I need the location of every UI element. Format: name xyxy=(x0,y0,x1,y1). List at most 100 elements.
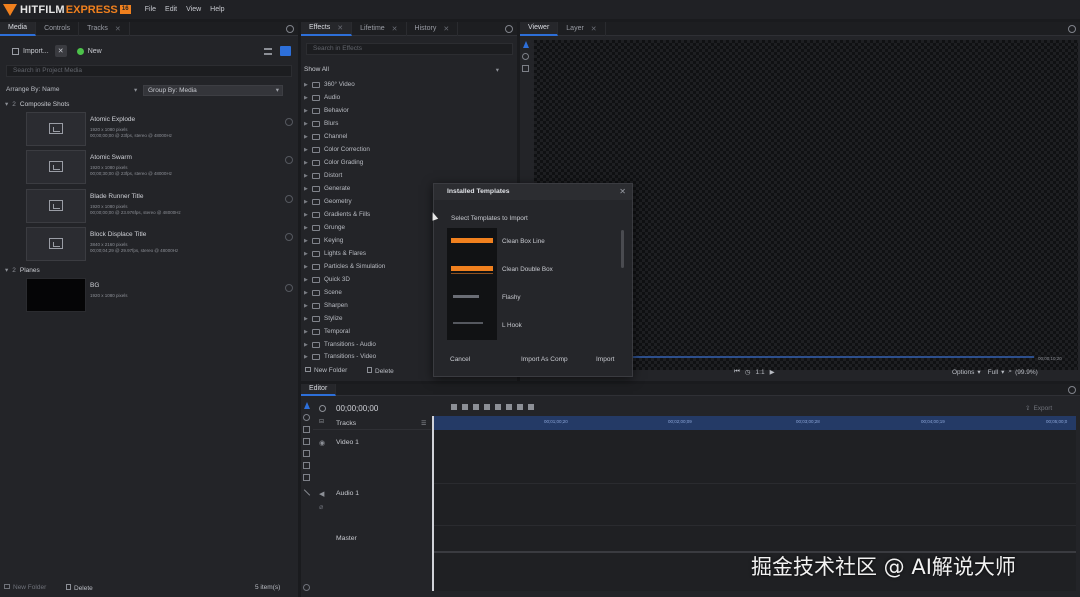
import-dropdown-button[interactable]: ✕ xyxy=(54,45,67,57)
media-item-blade-runner-title[interactable]: Blade Runner Title 1920 x 1080 pixels 00;… xyxy=(26,189,296,225)
gear-icon[interactable] xyxy=(286,25,294,33)
close-icon[interactable]: ✕ xyxy=(115,25,121,33)
play-icon[interactable]: ▶ xyxy=(770,368,775,376)
ripple-tool-icon[interactable] xyxy=(303,450,310,457)
tab-viewer[interactable]: Viewer xyxy=(520,21,559,36)
step-back-icon[interactable] xyxy=(484,404,490,410)
pen-tool-icon[interactable] xyxy=(303,489,311,496)
media-item-atomic-explode[interactable]: Atomic Explode 1920 x 1080 pixels 00;00;0… xyxy=(26,112,296,148)
play-icon[interactable] xyxy=(495,404,501,410)
audio-track-header[interactable]: ◀ ⌀ Audio 1 xyxy=(313,486,431,526)
track-menu-icon[interactable]: ☰ xyxy=(421,420,426,427)
list-item[interactable]: ▶ Generate xyxy=(304,182,350,195)
list-item[interactable]: ▶ Particles & Simulation xyxy=(304,260,385,273)
close-icon[interactable]: ✕ xyxy=(337,24,343,32)
speaker-icon[interactable]: ◀ xyxy=(319,490,324,498)
list-item[interactable]: ▶ Gradients & Fills xyxy=(304,208,370,221)
template-item[interactable]: Clean Double Box xyxy=(447,256,627,284)
group-by-dropdown[interactable]: Group By: Media ▾ xyxy=(143,85,283,96)
template-scrollbar[interactable] xyxy=(621,230,624,268)
list-item[interactable]: ▶ Sharpen xyxy=(304,299,348,312)
list-view-icon[interactable] xyxy=(264,48,272,55)
import-button[interactable]: Import xyxy=(596,356,614,363)
gear-icon[interactable] xyxy=(1068,386,1076,394)
options-dropdown[interactable]: Options xyxy=(952,369,974,376)
zoom-tool-icon[interactable] xyxy=(522,65,529,72)
media-item-bg[interactable]: BG 1920 x 1080 pixels xyxy=(26,278,296,314)
media-item-block-displace-title[interactable]: Block Displace Title 3840 x 2160 pixels 0… xyxy=(26,227,296,263)
media-delete-button[interactable]: Delete xyxy=(66,584,93,592)
close-icon[interactable]: ✕ xyxy=(392,25,398,33)
menu-help[interactable]: Help xyxy=(210,6,224,13)
collapse-icon[interactable]: ⊟ xyxy=(319,418,324,425)
list-item[interactable]: ▶ Blurs xyxy=(304,117,338,130)
list-item[interactable]: ▶ Audio xyxy=(304,91,340,104)
list-item[interactable]: ▶ Transitions - Video xyxy=(304,350,376,363)
prev-frame-icon[interactable]: ⏮ xyxy=(734,368,740,376)
audio-track-lane[interactable] xyxy=(434,486,1076,526)
list-item[interactable]: ▶ Behavior xyxy=(304,104,349,117)
import-button[interactable]: Import... xyxy=(8,45,53,57)
list-item[interactable]: ▶ Keying xyxy=(304,234,343,247)
tab-effects[interactable]: Effects ✕ xyxy=(301,21,353,36)
insert-icon[interactable] xyxy=(451,404,457,410)
menu-edit[interactable]: Edit xyxy=(165,6,177,13)
section-composite-shots[interactable]: ▾ 2 Composite Shots xyxy=(5,100,69,109)
template-item[interactable]: Clean Box Line xyxy=(447,228,627,256)
menu-view[interactable]: View xyxy=(186,6,201,13)
eye-icon[interactable]: ◉ xyxy=(319,439,325,447)
select-tool-icon[interactable] xyxy=(304,402,310,409)
list-item[interactable]: ▶ Temporal xyxy=(304,325,350,338)
list-item[interactable]: ▶ Stylize xyxy=(304,312,343,325)
zoom-icon[interactable]: ⌕ xyxy=(1008,368,1012,376)
gear-icon[interactable] xyxy=(1068,25,1076,33)
zoom-level[interactable]: (99.9%) xyxy=(1015,369,1038,376)
pan-tool-icon[interactable] xyxy=(522,53,529,60)
media-new-folder-button[interactable]: New Folder xyxy=(4,584,46,591)
list-item[interactable]: ▶ Color Grading xyxy=(304,156,363,169)
import-as-comp-button[interactable]: Import As Comp xyxy=(521,356,568,363)
list-item[interactable]: ▶ 360° Video xyxy=(304,78,355,91)
tab-layer[interactable]: Layer ✕ xyxy=(558,21,606,36)
template-item[interactable]: L Hook xyxy=(447,312,627,340)
new-button[interactable]: New xyxy=(73,45,106,57)
select-tool-icon[interactable] xyxy=(523,41,529,48)
section-planes[interactable]: ▾ 2 Planes xyxy=(5,266,40,275)
close-icon[interactable]: ✕ xyxy=(619,187,626,196)
tab-media[interactable]: Media xyxy=(0,21,37,36)
template-item[interactable]: Flashy xyxy=(447,284,627,312)
show-all-dropdown[interactable]: Show All ▾ xyxy=(304,66,501,77)
link-icon[interactable]: ⌀ xyxy=(319,503,323,511)
timeline-ruler[interactable] xyxy=(432,416,1076,430)
media-search-input[interactable]: Search in Project Media xyxy=(6,65,292,77)
video-track-header[interactable]: ◉ Video 1 xyxy=(313,434,431,484)
loop-icon[interactable]: ◷ xyxy=(745,368,751,376)
tab-tracks[interactable]: Tracks ✕ xyxy=(79,21,130,36)
grid-view-icon[interactable] xyxy=(280,46,291,56)
list-item[interactable]: ▶ Channel xyxy=(304,130,347,143)
zoom-slider-icon[interactable] xyxy=(303,584,310,591)
video-track-lane[interactable] xyxy=(434,434,1076,484)
overlay-icon[interactable] xyxy=(462,404,468,410)
close-icon[interactable]: ✕ xyxy=(443,25,449,33)
tab-controls[interactable]: Controls xyxy=(36,21,80,36)
gear-icon[interactable] xyxy=(505,25,513,33)
close-icon[interactable]: ✕ xyxy=(591,25,597,33)
hand-tool-icon[interactable] xyxy=(303,414,310,421)
resolution-dropdown[interactable]: Full xyxy=(988,369,998,376)
skip-end-icon[interactable] xyxy=(517,404,523,410)
tab-editor[interactable]: Editor xyxy=(301,383,337,396)
editor-timecode-value[interactable]: 00;00;00;00 xyxy=(336,404,378,413)
rate-tool-icon[interactable] xyxy=(303,474,310,481)
skip-start-icon[interactable] xyxy=(473,404,479,410)
effects-new-folder-button[interactable]: New Folder xyxy=(305,367,347,374)
effects-search-input[interactable]: Search in Effects xyxy=(306,43,513,55)
tab-history[interactable]: History ✕ xyxy=(407,21,459,36)
list-item[interactable]: ▶ Quick 3D xyxy=(304,273,350,286)
arrange-by-dropdown[interactable]: Arrange By: Name ▾ xyxy=(6,86,137,94)
roll-tool-icon[interactable] xyxy=(303,462,310,469)
media-item-atomic-swarm[interactable]: Atomic Swarm 1920 x 1080 pixels 00;00;30;… xyxy=(26,150,296,186)
export-button[interactable]: ⇪ Export xyxy=(1025,404,1052,412)
slip-tool-icon[interactable] xyxy=(303,438,310,445)
razor-tool-icon[interactable] xyxy=(303,426,310,433)
